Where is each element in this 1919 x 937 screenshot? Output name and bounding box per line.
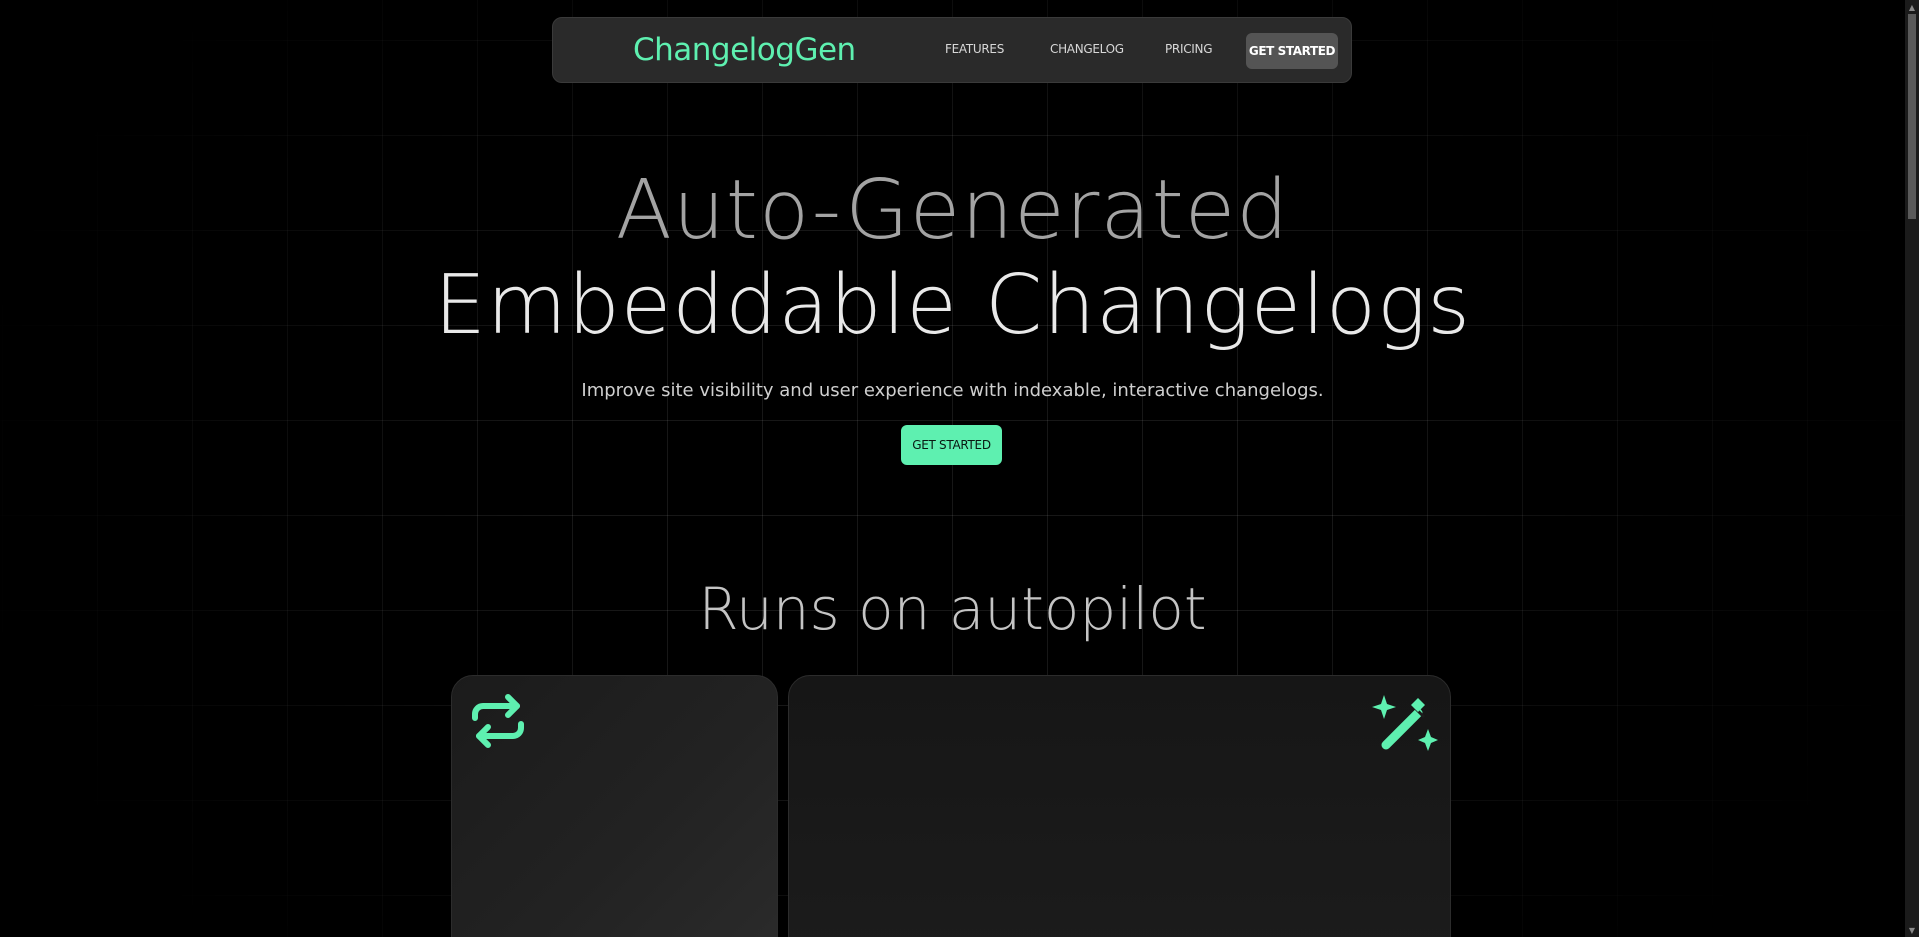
page: ChangelogGen FEATURES CHANGELOG PRICING … bbox=[0, 0, 1919, 937]
hero-subtitle: Improve site visibility and user experie… bbox=[581, 380, 1324, 401]
magic-wand-icon bbox=[1372, 691, 1438, 761]
nav-get-started-button[interactable]: GET STARTED bbox=[1246, 33, 1338, 69]
hero-get-started-button[interactable]: GET STARTED bbox=[901, 425, 1002, 465]
hero-headline-line-1: Auto-Generated bbox=[615, 163, 1290, 258]
section-title: Runs on autopilot bbox=[698, 575, 1207, 643]
nav-link-features[interactable]: FEATURES bbox=[945, 42, 1004, 56]
nav-link-pricing[interactable]: PRICING bbox=[1165, 42, 1213, 56]
hero-headline-line-2: Embeddable Changelogs bbox=[434, 258, 1471, 353]
nav-link-changelog[interactable]: CHANGELOG bbox=[1050, 42, 1124, 56]
feature-card bbox=[451, 675, 778, 937]
feature-card bbox=[788, 675, 1451, 937]
scrollbar[interactable]: ▲ ▼ bbox=[1905, 0, 1919, 937]
brand-logo[interactable]: ChangelogGen bbox=[633, 32, 856, 68]
top-navbar: ChangelogGen FEATURES CHANGELOG PRICING … bbox=[552, 17, 1352, 83]
scroll-down-arrow-icon[interactable]: ▼ bbox=[1905, 923, 1919, 937]
scrollbar-thumb[interactable] bbox=[1908, 14, 1916, 219]
scroll-up-arrow-icon[interactable]: ▲ bbox=[1905, 0, 1919, 14]
repeat-icon bbox=[467, 690, 529, 756]
